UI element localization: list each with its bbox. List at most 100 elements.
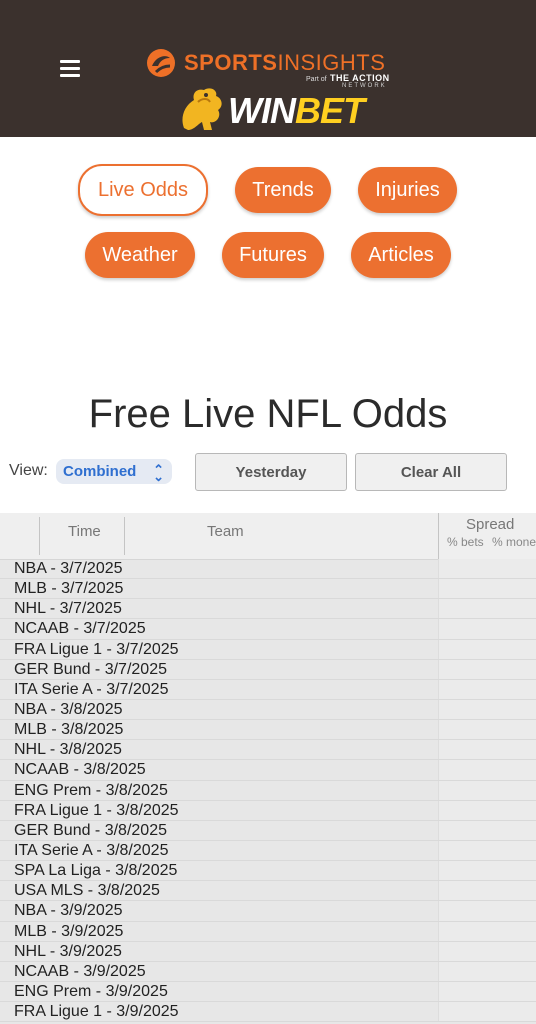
table-row[interactable]: NBA - 3/9/2025 bbox=[0, 901, 536, 922]
spread-cell bbox=[438, 1002, 536, 1022]
nav-futures-button[interactable]: Futures bbox=[222, 232, 324, 278]
table-row[interactable]: NHL - 3/9/2025 bbox=[0, 941, 536, 962]
game-group-label: NCAAB - 3/7/2025 bbox=[14, 620, 146, 638]
dragon-mascot-icon bbox=[182, 88, 222, 130]
table-row[interactable]: NCAAB - 3/8/2025 bbox=[0, 760, 536, 781]
game-group-label: FRA Ligue 1 - 3/8/2025 bbox=[14, 801, 179, 819]
table-row[interactable]: ENG Prem - 3/8/2025 bbox=[0, 780, 536, 801]
clear-all-button[interactable]: Clear All bbox=[355, 453, 507, 491]
game-group-label: NHL - 3/8/2025 bbox=[14, 741, 122, 759]
game-group-label: MLB - 3/7/2025 bbox=[14, 580, 124, 598]
game-group-label: NHL - 3/7/2025 bbox=[14, 600, 122, 618]
header-team[interactable]: Team bbox=[207, 523, 244, 540]
odds-table: Time Team Spread % bets % mone NBA - 3/7… bbox=[0, 513, 536, 1024]
table-row[interactable]: SPA La Liga - 3/8/2025 bbox=[0, 861, 536, 882]
header-pct-money: % mone bbox=[492, 535, 536, 549]
table-row[interactable]: ITA Serie A - 3/7/2025 bbox=[0, 679, 536, 700]
nav-articles-button[interactable]: Articles bbox=[351, 232, 451, 278]
table-row[interactable]: NBA - 3/8/2025 bbox=[0, 699, 536, 721]
game-group-label: NHL - 3/9/2025 bbox=[14, 942, 122, 960]
winbet-wordmark: WINBET bbox=[228, 90, 365, 131]
game-group-label: NBA - 3/8/2025 bbox=[14, 700, 123, 718]
nav-live-odds-button[interactable]: Live Odds bbox=[78, 164, 208, 216]
spread-cell bbox=[438, 861, 536, 881]
spread-cell bbox=[438, 921, 536, 941]
yesterday-button[interactable]: Yesterday bbox=[195, 453, 347, 491]
spread-cell bbox=[438, 840, 536, 861]
sports-insights-mark-icon bbox=[147, 49, 175, 77]
spread-cell bbox=[438, 639, 536, 659]
game-group-label: NCAAB - 3/8/2025 bbox=[14, 761, 146, 779]
game-group-label: USA MLS - 3/8/2025 bbox=[14, 882, 160, 900]
spread-cell bbox=[438, 901, 536, 921]
spread-cell bbox=[438, 941, 536, 961]
nav-injuries-button[interactable]: Injuries bbox=[358, 167, 457, 213]
game-group-label: NCAAB - 3/9/2025 bbox=[14, 962, 146, 980]
spread-cell bbox=[438, 820, 536, 840]
nav-trends-button[interactable]: Trends bbox=[235, 167, 331, 213]
winbet-sponsor-logo[interactable]: WINBET bbox=[176, 84, 376, 134]
brand-part-of: Part of bbox=[306, 76, 327, 83]
table-row[interactable]: NCAAB - 3/7/2025 bbox=[0, 619, 536, 640]
spread-cell bbox=[438, 760, 536, 780]
table-row[interactable]: GER Bund - 3/7/2025 bbox=[0, 659, 536, 680]
table-row[interactable]: USA MLS - 3/8/2025 bbox=[0, 881, 536, 902]
table-header: Time Team Spread % bets % mone bbox=[0, 513, 536, 560]
game-group-label: ENG Prem - 3/9/2025 bbox=[14, 982, 168, 1000]
game-group-label: ITA Serie A - 3/7/2025 bbox=[14, 680, 169, 698]
header-time[interactable]: Time bbox=[68, 523, 101, 540]
game-group-label: ENG Prem - 3/8/2025 bbox=[14, 781, 168, 799]
spread-cell bbox=[438, 961, 536, 981]
table-row[interactable]: ENG Prem - 3/9/2025 bbox=[0, 981, 536, 1003]
header-spread[interactable]: Spread bbox=[466, 516, 514, 533]
hamburger-menu-icon[interactable] bbox=[60, 60, 80, 78]
table-row[interactable]: MLB - 3/7/2025 bbox=[0, 579, 536, 600]
select-updown-icon: ⌃ ⌄ bbox=[153, 462, 164, 484]
site-header: SPORTSINSIGHTS Part of THE ACTION NETWOR… bbox=[0, 0, 536, 137]
column-divider bbox=[39, 517, 40, 555]
table-row[interactable]: NHL - 3/8/2025 bbox=[0, 740, 536, 761]
column-divider bbox=[438, 513, 439, 559]
spread-cell bbox=[438, 981, 536, 1002]
spread-cell bbox=[438, 619, 536, 639]
table-row[interactable]: FRA Ligue 1 - 3/7/2025 bbox=[0, 639, 536, 660]
spread-cell bbox=[438, 800, 536, 820]
page-title: Free Live NFL Odds bbox=[88, 392, 448, 436]
spread-cell bbox=[438, 740, 536, 760]
table-row[interactable]: MLB - 3/9/2025 bbox=[0, 921, 536, 942]
game-group-label: MLB - 3/9/2025 bbox=[14, 922, 124, 940]
table-row[interactable]: FRA Ligue 1 - 3/8/2025 bbox=[0, 800, 536, 821]
spread-cell bbox=[438, 579, 536, 599]
spread-cell bbox=[438, 881, 536, 901]
game-group-label: NBA - 3/9/2025 bbox=[14, 902, 123, 920]
table-row[interactable]: NHL - 3/7/2025 bbox=[0, 599, 536, 620]
column-divider bbox=[124, 517, 125, 555]
view-select-value: Combined bbox=[63, 463, 137, 480]
game-group-label: FRA Ligue 1 - 3/9/2025 bbox=[14, 1003, 179, 1021]
spread-cell bbox=[438, 720, 536, 740]
game-group-label: GER Bund - 3/7/2025 bbox=[14, 660, 167, 678]
table-row[interactable]: ITA Serie A - 3/8/2025 bbox=[0, 840, 536, 862]
table-row[interactable]: NBA - 3/7/2025 bbox=[0, 559, 536, 580]
spread-cell bbox=[438, 659, 536, 679]
table-row[interactable]: FRA Ligue 1 - 3/9/2025 bbox=[0, 1002, 536, 1023]
game-group-label: GER Bund - 3/8/2025 bbox=[14, 821, 167, 839]
game-group-label: FRA Ligue 1 - 3/7/2025 bbox=[14, 640, 179, 658]
spread-cell bbox=[438, 699, 536, 720]
header-pct-bets: % bets bbox=[447, 535, 484, 549]
spread-cell bbox=[438, 679, 536, 699]
game-group-label: NBA - 3/7/2025 bbox=[14, 560, 123, 577]
game-group-label: ITA Serie A - 3/8/2025 bbox=[14, 841, 169, 859]
game-group-label: SPA La Liga - 3/8/2025 bbox=[14, 862, 178, 880]
view-label: View: bbox=[9, 462, 48, 479]
table-row[interactable]: GER Bund - 3/8/2025 bbox=[0, 820, 536, 841]
table-row[interactable]: NCAAB - 3/9/2025 bbox=[0, 961, 536, 982]
nav-weather-button[interactable]: Weather bbox=[85, 232, 195, 278]
view-select[interactable]: Combined ⌃ ⌄ bbox=[56, 459, 172, 484]
spread-cell bbox=[438, 599, 536, 619]
spread-cell bbox=[438, 780, 536, 800]
brand-action: THE ACTION bbox=[330, 73, 390, 83]
table-row[interactable]: MLB - 3/8/2025 bbox=[0, 720, 536, 741]
spread-cell bbox=[438, 559, 536, 579]
game-group-label: MLB - 3/8/2025 bbox=[14, 721, 124, 739]
